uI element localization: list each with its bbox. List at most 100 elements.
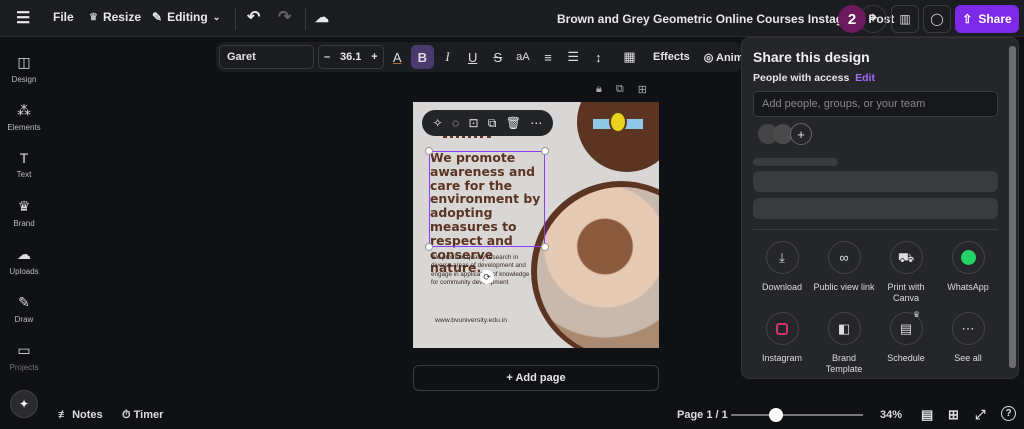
align-icon[interactable]: ≡ [536,45,559,69]
access-text: People with access [753,72,850,84]
page-controls: 🔒︎ ⧉ ⊞ [596,83,647,96]
add-people-input[interactable]: Add people, groups, or your team [753,91,998,117]
sidebar-item-uploads[interactable]: ☁ Uploads [0,246,48,276]
insights-icon[interactable]: ▥ [891,5,919,33]
website-text[interactable]: www.bvuniversity.edu.in [435,317,507,324]
unlock-icon[interactable]: ⊡ [468,116,478,130]
brand-icon: ♛ [17,198,31,214]
zoom-slider[interactable] [731,414,863,416]
font-size-stepper[interactable]: –36.1 + [318,45,384,69]
magic-edit-icon[interactable]: ✧ [433,116,443,130]
sidebar-label: Elements [7,123,41,132]
upload-icon: ⇧ [962,12,973,26]
file-menu[interactable]: File [53,10,74,24]
option-label: Public view link [813,282,875,292]
avatar-count: 2 [847,10,857,28]
transparency-icon[interactable]: ▦ [618,45,641,69]
notes-button[interactable]: ≢ Notes [58,409,103,421]
bold-icon[interactable]: B [410,45,434,69]
increase-size[interactable]: + [371,51,377,63]
list-icon[interactable]: ☰ [562,45,585,69]
panel-scrollbar[interactable] [1009,46,1016,368]
sidebar-label: Draw [14,315,34,324]
sidebar-item-design[interactable]: ◫ Design [0,54,48,84]
share-button[interactable]: ⇧ Share [955,5,1019,33]
animate-icon: ◎ [703,51,714,64]
effects-button[interactable]: Effects [653,51,690,63]
share-panel: Share this design People with access Edi… [741,37,1019,379]
sidebar-item-elements[interactable]: ⁂ Elements [0,102,48,132]
spacing-icon[interactable]: ↕ [587,45,610,69]
resize-button[interactable]: ♛ Resize [89,10,141,24]
selection-box[interactable] [429,151,545,247]
timer-button[interactable]: ⏱︎ Timer [122,409,163,422]
duplicate-icon[interactable]: ⧉ [488,116,497,131]
page-indicator[interactable]: Page 1 / 1 [677,409,728,421]
share-option-instagram[interactable]: Instagram [751,312,813,364]
cloud-upload-icon: ☁ [17,246,31,262]
link-icon: ∞ [827,241,861,274]
share-option-download[interactable]: ⤓ Download [751,241,813,293]
cloud-saved-icon[interactable]: ☁ [315,9,329,26]
duplicate-page-icon[interactable]: ⧉ [616,83,624,96]
comment-icon[interactable]: ◯ [923,5,951,33]
share-option-see-all[interactable]: ⋯ See all [937,312,999,364]
more-icon: ⋯ [951,312,985,345]
more-icon[interactable]: ⋯ [530,116,542,130]
resize-handle[interactable] [425,147,433,155]
crown-icon: ♛ [89,11,98,23]
decrease-size[interactable]: – [324,51,330,63]
pencil-icon: ✎ [152,10,163,24]
sidebar-item-brand[interactable]: ♛ Brand [0,198,48,228]
add-person-button[interactable]: + [790,123,812,145]
share-option-schedule[interactable]: ▤ Schedule [875,312,937,364]
option-label: Brand Template [825,353,863,374]
add-page-label: + Add page [506,372,566,384]
menu-icon[interactable]: ☰ [16,8,30,28]
add-page-button[interactable]: + Add page [413,365,659,391]
text-icon: T [19,150,29,166]
comment-add-icon[interactable]: ◌ [452,116,459,130]
font-size-value[interactable]: 36.1 [340,51,361,63]
sidebar-label: Design [11,75,37,84]
crown-icon: ♛ [913,310,921,319]
add-page-icon[interactable]: ⊞ [638,83,647,96]
pages-view-icon[interactable]: ▤ [921,407,933,423]
zoom-level[interactable]: 34% [880,409,902,421]
edit-access-link[interactable]: Edit [855,72,875,84]
underline-icon[interactable]: U [461,45,484,69]
strikethrough-icon[interactable]: S [486,45,509,69]
animate-button[interactable]: ◎ Anim [704,51,742,64]
italic-icon[interactable]: I [436,45,459,69]
trash-icon[interactable]: 🗑︎ [506,116,521,130]
resize-handle[interactable] [541,147,549,155]
truck-icon: ⛟ [889,241,923,274]
lock-icon[interactable]: 🔒︎ [596,83,602,96]
share-option-brand-template[interactable]: ◧ Brand Template [813,312,875,375]
share-option-print[interactable]: ⛟ Print with Canva [875,241,937,304]
undo-icon[interactable]: ↶ [247,7,260,27]
loading-placeholder [753,171,998,192]
layout-icon: ◫ [17,54,31,70]
fullscreen-icon[interactable]: ⤢ [975,407,985,423]
resize-handle[interactable] [541,243,549,251]
zoom-slider-thumb[interactable] [768,408,783,422]
resize-handle[interactable] [425,243,433,251]
body-text[interactable]: We promote quality research in diverse a… [431,254,531,287]
font-selector[interactable]: Garet [219,45,315,69]
text-color-icon[interactable]: A [386,45,409,69]
sidebar-item-projects[interactable]: ▭ Projects [0,342,48,372]
letter-case-icon[interactable]: aA [511,45,534,69]
sidebar-item-draw[interactable]: ✎ Draw [0,294,48,324]
share-option-whatsapp[interactable]: WhatsApp [937,241,999,293]
sidebar-item-text[interactable]: T Text [0,150,48,179]
rotate-handle[interactable]: ⟳ [480,270,494,284]
option-label: Schedule [887,353,925,363]
element-toolbar: ✧ ◌ ⊡ ⧉ 🗑︎ ⋯ [422,110,553,136]
editing-dropdown[interactable]: ✎ Editing ⌄ [152,10,220,24]
redo-icon[interactable]: ↷ [278,7,291,27]
help-icon[interactable]: ? [1001,406,1016,421]
share-option-public-link[interactable]: ∞ Public view link [813,241,875,293]
grid-view-icon[interactable]: ⊞ [948,407,959,423]
collaborator-avatar[interactable]: 2 [838,5,866,33]
